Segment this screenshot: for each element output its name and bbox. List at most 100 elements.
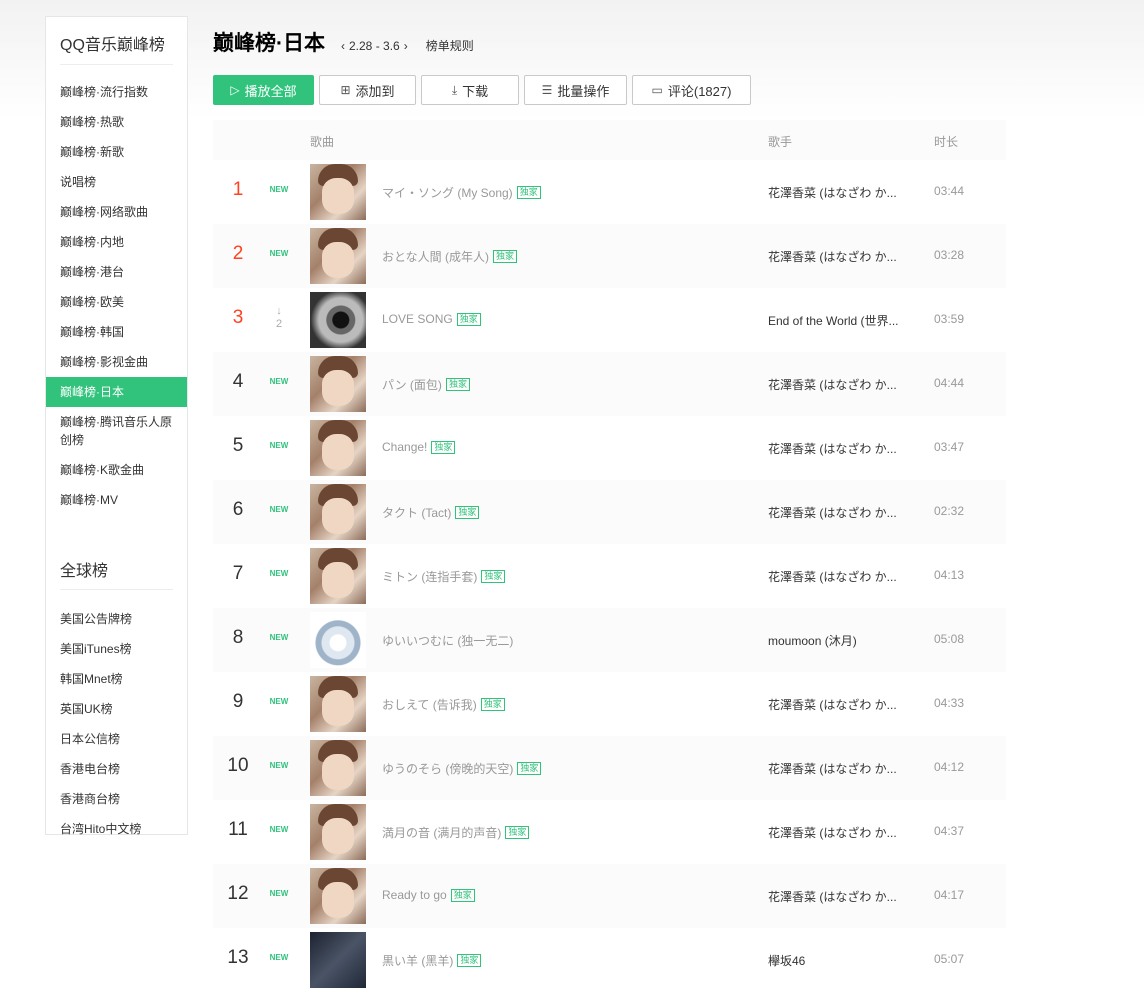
- song-title-cell[interactable]: Ready to go 独家: [382, 888, 475, 902]
- global-chart-item[interactable]: 美国iTunes榜: [46, 634, 187, 664]
- table-row[interactable]: 13 NEW 黒い羊 (黑羊) 独家 欅坂46 05:07: [213, 928, 1006, 992]
- song-title[interactable]: ミトン (连指手套): [382, 568, 477, 585]
- sidebar-item[interactable]: 巅峰榜·网络歌曲: [46, 197, 187, 227]
- global-chart-item[interactable]: 美国公告牌榜: [46, 604, 187, 634]
- song-title-cell[interactable]: タクト (Tact) 独家: [382, 504, 480, 521]
- global-chart-item[interactable]: 台湾Hito中文榜: [46, 814, 187, 844]
- artist-name[interactable]: 花澤香菜 (はなざわ か...: [768, 760, 908, 777]
- song-title[interactable]: パン (面包): [382, 376, 442, 393]
- sidebar-item[interactable]: 巅峰榜·腾讯音乐人原创榜: [46, 407, 187, 455]
- play-all-button[interactable]: ▷ 播放全部: [213, 75, 314, 105]
- artist-name[interactable]: 花澤香菜 (はなざわ か...: [768, 504, 908, 521]
- sidebar-item[interactable]: 巅峰榜·日本: [46, 377, 187, 407]
- sidebar-item[interactable]: 巅峰榜·欧美: [46, 287, 187, 317]
- global-chart-item[interactable]: 香港电台榜: [46, 754, 187, 784]
- table-row[interactable]: 11 NEW 満月の音 (满月的声音) 独家 花澤香菜 (はなざわ か... 04:37: [213, 800, 1006, 864]
- table-row[interactable]: 10 NEW ゆうのそら (傍晚的天空) 独家 花澤香菜 (はなざわ か... 04:12: [213, 736, 1006, 800]
- batch-button[interactable]: ☰ 批量操作: [524, 75, 627, 105]
- prev-week-icon[interactable]: ‹: [337, 39, 349, 53]
- artist-name[interactable]: 花澤香菜 (はなざわ か...: [768, 376, 908, 393]
- song-title-cell[interactable]: おしえて (告诉我) 独家: [382, 696, 505, 713]
- song-title[interactable]: おとな人間 (成年人): [382, 248, 489, 265]
- sidebar-item[interactable]: 巅峰榜·K歌金曲: [46, 455, 187, 485]
- sidebar-item[interactable]: 巅峰榜·港台: [46, 257, 187, 287]
- sidebar-item[interactable]: 巅峰榜·新歌: [46, 137, 187, 167]
- album-cover[interactable]: [310, 676, 366, 732]
- song-title-cell[interactable]: LOVE SONG 独家: [382, 312, 481, 326]
- table-row[interactable]: 5 NEW Change! 独家 花澤香菜 (はなざわ か... 03:47: [213, 416, 1006, 480]
- sidebar-item[interactable]: 巅峰榜·影视金曲: [46, 347, 187, 377]
- sidebar-item[interactable]: 说唱榜: [46, 167, 187, 197]
- song-title[interactable]: 満月の音 (满月的声音): [382, 824, 501, 841]
- song-title[interactable]: ゆいいつむに (独一无二): [382, 632, 513, 649]
- song-title[interactable]: おしえて (告诉我): [382, 696, 477, 713]
- album-cover[interactable]: [310, 932, 366, 988]
- global-chart-item[interactable]: 日本公信榜: [46, 724, 187, 754]
- song-title-cell[interactable]: おとな人間 (成年人) 独家: [382, 248, 517, 265]
- artist-name[interactable]: 花澤香菜 (はなざわ か...: [768, 888, 908, 905]
- song-title-cell[interactable]: ミトン (连指手套) 独家: [382, 568, 506, 585]
- global-chart-item[interactable]: 香港商台榜: [46, 784, 187, 814]
- artist-name[interactable]: End of the World (世界...: [768, 312, 908, 329]
- album-cover[interactable]: [310, 740, 366, 796]
- table-row[interactable]: 6 NEW タクト (Tact) 独家 花澤香菜 (はなざわ か... 02:32: [213, 480, 1006, 544]
- artist-name[interactable]: 花澤香菜 (はなざわ か...: [768, 440, 908, 457]
- table-row[interactable]: 4 NEW パン (面包) 独家 花澤香菜 (はなざわ か... 04:44: [213, 352, 1006, 416]
- album-cover[interactable]: [310, 548, 366, 604]
- song-title-cell[interactable]: ゆうのそら (傍晚的天空) 独家: [382, 760, 542, 777]
- table-row[interactable]: 3 ↓ 2 LOVE SONG 独家 End of the World (世界... 03:…: [213, 288, 1006, 352]
- album-cover[interactable]: [310, 292, 366, 348]
- album-cover[interactable]: [310, 484, 366, 540]
- artist-name[interactable]: moumoon (沐月): [768, 632, 908, 649]
- artist-name[interactable]: 花澤香菜 (はなざわ か...: [768, 824, 908, 841]
- album-cover[interactable]: [310, 804, 366, 860]
- album-cover[interactable]: [310, 868, 366, 924]
- sidebar-item[interactable]: 巅峰榜·热歌: [46, 107, 187, 137]
- artist-column-header: 歌手: [768, 135, 793, 149]
- table-row[interactable]: 12 NEW Ready to go 独家 花澤香菜 (はなざわ か... 04:17: [213, 864, 1006, 928]
- song-title[interactable]: マイ・ソング (My Song): [382, 184, 513, 201]
- song-title[interactable]: Ready to go: [382, 888, 447, 902]
- artist-name[interactable]: 花澤香菜 (はなざわ か...: [768, 568, 908, 585]
- song-title[interactable]: 黒い羊 (黑羊): [382, 952, 453, 969]
- album-cover[interactable]: [310, 164, 366, 220]
- add-to-button[interactable]: ⊞ 添加到: [319, 75, 416, 105]
- album-cover[interactable]: [310, 612, 366, 668]
- table-row[interactable]: 8 NEW ゆいいつむに (独一无二) moumoon (沐月) 05:08: [213, 608, 1006, 672]
- table-row[interactable]: 2 NEW おとな人間 (成年人) 独家 花澤香菜 (はなざわ か... 03:28: [213, 224, 1006, 288]
- table-row[interactable]: 1 NEW マイ・ソング (My Song) 独家 花澤香菜 (はなざわ か... 03:…: [213, 160, 1006, 224]
- sidebar-item[interactable]: 巅峰榜·流行指数: [46, 77, 187, 107]
- song-title-cell[interactable]: ゆいいつむに (独一无二): [382, 632, 513, 649]
- comments-button[interactable]: ▭ 评论(1827): [632, 75, 751, 105]
- new-badge: NEW: [269, 185, 289, 194]
- download-button[interactable]: ⤓ 下载: [421, 75, 519, 105]
- song-title-cell[interactable]: パン (面包) 独家: [382, 376, 470, 393]
- play-all-label: 播放全部: [244, 83, 297, 99]
- sidebar-item[interactable]: 巅峰榜·MV: [46, 485, 187, 515]
- album-cover[interactable]: [310, 420, 366, 476]
- artist-name[interactable]: 花澤香菜 (はなざわ か...: [768, 248, 908, 265]
- song-title-cell[interactable]: マイ・ソング (My Song) 独家: [382, 184, 541, 201]
- table-row[interactable]: 9 NEW おしえて (告诉我) 独家 花澤香菜 (はなざわ か... 04:33: [213, 672, 1006, 736]
- song-title[interactable]: タクト (Tact): [382, 504, 451, 521]
- song-title[interactable]: LOVE SONG: [382, 312, 453, 326]
- album-cover[interactable]: [310, 356, 366, 412]
- artist-name[interactable]: 花澤香菜 (はなざわ か...: [768, 184, 908, 201]
- artist-name[interactable]: 欅坂46: [768, 952, 908, 969]
- song-title[interactable]: ゆうのそら (傍晚的天空): [382, 760, 513, 777]
- chart-rules-link[interactable]: 榜单规则: [426, 37, 474, 54]
- song-title-cell[interactable]: 満月の音 (满月的声音) 独家: [382, 824, 530, 841]
- exclusive-badge: 独家: [516, 186, 541, 199]
- artist-name[interactable]: 花澤香菜 (はなざわ か...: [768, 696, 908, 713]
- global-chart-item[interactable]: 英国UK榜: [46, 694, 187, 724]
- song-title-cell[interactable]: Change! 独家: [382, 440, 456, 454]
- next-week-icon[interactable]: ›: [400, 39, 412, 53]
- table-row[interactable]: 7 NEW ミトン (连指手套) 独家 花澤香菜 (はなざわ か... 04:13: [213, 544, 1006, 608]
- song-title[interactable]: Change!: [382, 440, 427, 454]
- album-cover[interactable]: [310, 228, 366, 284]
- global-chart-item[interactable]: 韩国Mnet榜: [46, 664, 187, 694]
- sidebar-item[interactable]: 巅峰榜·内地: [46, 227, 187, 257]
- song-title-cell[interactable]: 黒い羊 (黑羊) 独家: [382, 952, 482, 969]
- sidebar-item[interactable]: 巅峰榜·韩国: [46, 317, 187, 347]
- batch-label: 批量操作: [557, 83, 610, 99]
